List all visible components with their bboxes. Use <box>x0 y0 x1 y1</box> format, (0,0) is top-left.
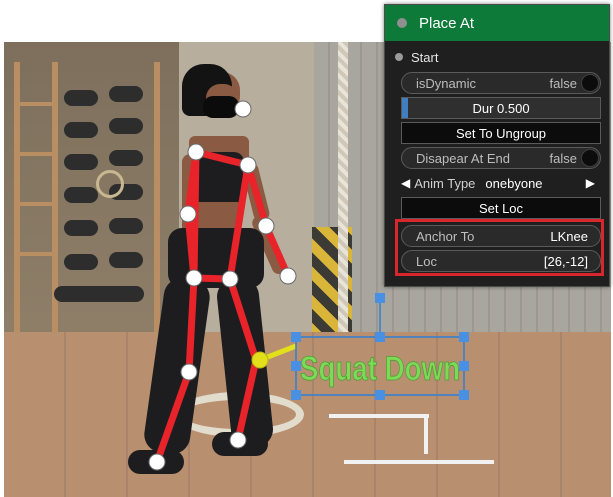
section-label: Start <box>411 49 439 65</box>
resize-handle-ne[interactable] <box>459 332 469 342</box>
joint-right-knee[interactable] <box>180 363 198 381</box>
resize-handle-se[interactable] <box>459 390 469 400</box>
toggle-knob[interactable] <box>581 149 599 167</box>
is-dynamic-toggle[interactable]: isDynamic false <box>401 72 601 94</box>
duration-label: Dur 0.500 <box>472 100 530 116</box>
is-dynamic-value: false <box>549 75 577 91</box>
duration-slider[interactable]: Dur 0.500 <box>401 97 601 119</box>
section-dot <box>395 53 403 61</box>
joint-left-hip[interactable] <box>221 270 239 288</box>
rotate-handle[interactable] <box>375 293 385 303</box>
bone-left-shin <box>234 356 260 444</box>
joint-left-knee-anchor[interactable] <box>251 351 269 369</box>
anim-type-selector[interactable]: ◀ Anim Type onebyone ▶ <box>401 172 601 194</box>
joint-left-shoulder[interactable] <box>239 156 257 174</box>
skeleton-lines <box>153 148 292 466</box>
bone-left-upper-arm <box>244 161 270 230</box>
resize-handle-nw[interactable] <box>291 332 301 342</box>
panel-header[interactable]: Place At <box>385 5 609 41</box>
bone-right-shin <box>153 368 193 466</box>
annotation-highlight-box <box>395 219 604 276</box>
anim-next-icon[interactable]: ▶ <box>586 176 601 190</box>
panel-title: Place At <box>419 14 475 32</box>
is-dynamic-label: isDynamic <box>416 75 476 91</box>
joint-left-wrist[interactable] <box>279 267 297 285</box>
disappear-at-end-toggle[interactable]: Disapear At End false <box>401 147 601 169</box>
joint-right-elbow[interactable] <box>179 205 197 223</box>
overlay-text[interactable]: Squat Down <box>300 350 461 389</box>
set-to-ungroup-label: Set To Ungroup <box>455 125 547 141</box>
bone-left-torso <box>226 161 252 283</box>
resize-handle-n[interactable] <box>375 332 385 342</box>
bone-left-thigh <box>226 275 260 364</box>
anim-type-label: Anim Type <box>414 175 476 191</box>
disappear-label: Disapear At End <box>416 150 510 166</box>
set-to-ungroup-button[interactable]: Set To Ungroup <box>401 122 601 144</box>
resize-handle-s[interactable] <box>375 390 385 400</box>
toggle-knob[interactable] <box>581 74 599 92</box>
joint-right-ankle[interactable] <box>148 453 166 471</box>
resize-handle-e[interactable] <box>459 361 469 371</box>
bone-right-thigh <box>185 274 198 376</box>
joint-right-shoulder[interactable] <box>187 143 205 161</box>
set-loc-button[interactable]: Set Loc <box>401 197 601 219</box>
resize-handle-sw[interactable] <box>291 390 301 400</box>
anim-prev-icon[interactable]: ◀ <box>401 176 410 190</box>
disappear-value: false <box>549 150 577 166</box>
anim-type-value: onebyone <box>485 175 543 191</box>
set-loc-label: Set Loc <box>478 200 524 216</box>
joint-right-hip[interactable] <box>185 269 203 287</box>
joint-left-ankle[interactable] <box>229 431 247 449</box>
text-selection-box[interactable]: Squat Down <box>291 293 469 400</box>
joint-head[interactable] <box>234 100 252 118</box>
joint-left-elbow[interactable] <box>257 217 275 235</box>
duration-fill <box>402 98 408 118</box>
section-start[interactable]: Start <box>385 45 609 69</box>
panel-status-dot <box>397 18 407 28</box>
